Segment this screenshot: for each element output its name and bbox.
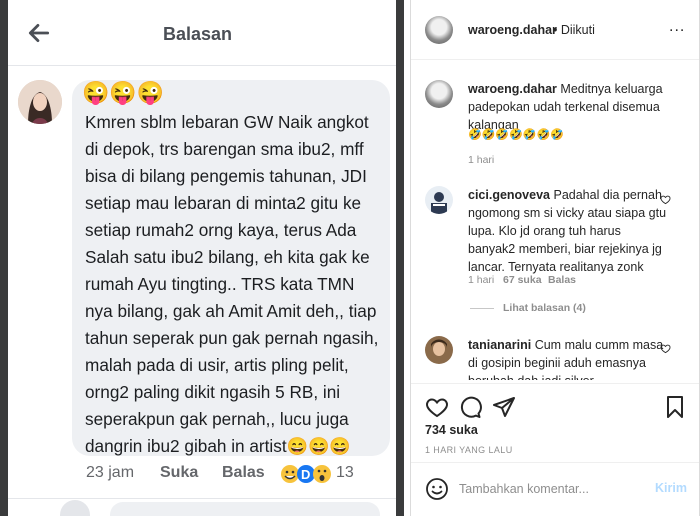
caption-time: 1 hari [468,154,495,166]
reply-button[interactable]: Balas [222,464,265,482]
comment-1-reply-button[interactable]: Balas [548,274,576,286]
comment-text: Kmren sblm lebaran GW Naik angkot di dep… [85,112,379,456]
more-options-icon[interactable]: ... [669,18,685,36]
likes-count[interactable]: 734 suka [425,423,478,437]
comment-1-username[interactable]: cici.genoveva [468,188,550,202]
reaction-icons[interactable]: D [280,463,332,485]
post-comment-button[interactable]: Kirim [655,481,687,495]
caption-emoji: 🤣🤣🤣🤣🤣🤣🤣 [468,129,564,141]
comment-avatar[interactable] [425,336,453,364]
comment-avatar[interactable] [425,186,453,214]
commenter-avatar[interactable] [18,80,62,124]
comment-2-heart-icon[interactable] [660,343,671,354]
bookmark-icon[interactable] [663,395,687,419]
comment-2: tanianarini Cum malu cumm masa di gosipi… [468,336,668,380]
reaction-count: 13 [336,464,354,481]
comment-emoji: 😜😜😜 [82,80,165,105]
caption-avatar[interactable] [425,80,453,108]
post-author-username[interactable]: waroeng.dahar [468,23,557,37]
facebook-reply-panel: Balasan 😜😜😜 Kmren sblm lebaran GW Naik a… [0,0,404,516]
like-heart-icon[interactable] [425,395,449,419]
add-comment-bar: Kirim [411,462,699,516]
view-replies-button[interactable]: Lihat balasan (4) [503,302,586,314]
caption: waroeng.dahar Meditnya keluarga padepoka… [468,80,668,134]
back-arrow-icon[interactable] [26,20,52,46]
comment-input[interactable] [459,477,639,501]
emoji-smile-icon[interactable] [425,477,449,501]
post-date: 1 HARI YANG LALU [425,445,513,455]
comment-1: cici.genoveva Padahal dia pernah ngomong… [468,186,668,276]
page-title: Balasan [163,24,233,44]
comment-1-likes[interactable]: 67 suka [503,274,542,286]
post-header: waroeng.dahar • Diikuti ... [411,0,699,60]
comment-1-time: 1 hari [468,274,495,286]
comment-2-username[interactable]: tanianarini [468,338,531,352]
like-button[interactable]: Suka [160,464,198,482]
caption-username[interactable]: waroeng.dahar [468,82,557,96]
comment-time: 23 jam [86,464,135,481]
right-edge-bar [396,0,404,516]
instagram-post-panel: waroeng.dahar • Diikuti ... waroeng.daha… [410,0,700,516]
svg-text:D: D [301,467,310,482]
post-author-avatar[interactable] [425,16,453,44]
share-send-icon[interactable] [492,395,516,419]
comment-bubble-icon[interactable] [458,395,482,419]
view-replies-line [470,308,494,309]
left-edge-bar [0,0,8,516]
comment-1-heart-icon[interactable] [660,194,671,205]
bottom-comment-input[interactable] [110,502,380,516]
reply-header: Balasan [8,0,396,66]
follow-status: • Diikuti [553,23,595,37]
